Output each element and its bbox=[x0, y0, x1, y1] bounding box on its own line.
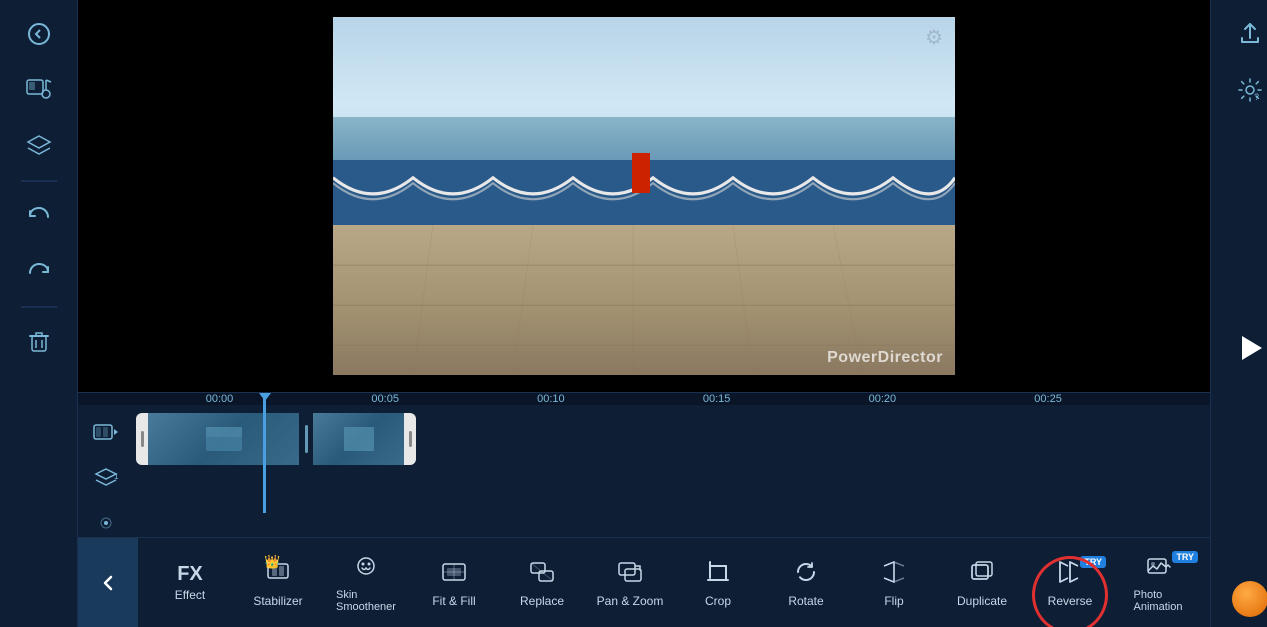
watermark: PowerDirector bbox=[827, 349, 943, 367]
duplicate-label: Duplicate bbox=[957, 594, 1007, 608]
settings-button[interactable]: ? bbox=[1226, 66, 1267, 114]
fit-fill-icon bbox=[440, 558, 468, 590]
track-handle-left[interactable] bbox=[136, 413, 148, 465]
fx-label: Effect bbox=[175, 588, 205, 602]
sidebar-divider-1 bbox=[21, 180, 57, 182]
crop-icon bbox=[704, 558, 732, 590]
toolbar-item-photo-animation[interactable]: TRY PhotoAnimation bbox=[1114, 547, 1202, 619]
export-button[interactable] bbox=[1226, 10, 1267, 58]
ruler-mark-5: 00:25 bbox=[1034, 393, 1200, 405]
ruler-mark-4: 00:20 bbox=[869, 393, 1035, 405]
toolbar-item-flip[interactable]: Flip bbox=[850, 552, 938, 614]
try-badge-photo-animation: TRY bbox=[1172, 551, 1198, 563]
rotate-icon bbox=[792, 558, 820, 590]
video-preview: PowerDirector ⚙ bbox=[78, 0, 1210, 392]
toolbar-items: FX Effect 👑 Stabilizer bbox=[138, 538, 1210, 627]
fx-icon: FX bbox=[177, 564, 203, 584]
video-person bbox=[632, 153, 650, 193]
ruler-mark-2: 00:10 bbox=[537, 393, 703, 405]
skin-smoothener-label: SkinSmoothener bbox=[336, 589, 396, 613]
bottom-toolbar: FX Effect 👑 Stabilizer bbox=[78, 537, 1210, 627]
replace-icon bbox=[528, 558, 556, 590]
redo-button[interactable] bbox=[15, 248, 63, 296]
playhead[interactable] bbox=[263, 393, 266, 513]
crown-badge-stabilizer: 👑 bbox=[264, 554, 280, 570]
right-bottom bbox=[1232, 581, 1267, 617]
main-content: PowerDirector ⚙ 00:00 00:05 00:10 00:15 … bbox=[78, 0, 1210, 627]
crop-label: Crop bbox=[705, 594, 731, 608]
media-music-button[interactable] bbox=[15, 66, 63, 114]
try-badge-reverse: TRY bbox=[1080, 556, 1106, 568]
replace-label: Replace bbox=[520, 594, 564, 608]
ruler-mark-1: 00:05 bbox=[371, 393, 537, 405]
sidebar-divider-2 bbox=[21, 306, 57, 308]
pan-zoom-icon bbox=[616, 558, 644, 590]
track-content bbox=[136, 413, 1200, 465]
svg-text:?: ? bbox=[1254, 92, 1259, 102]
toolbar-item-skin-smoothener[interactable]: SkinSmoothener bbox=[322, 547, 410, 619]
video-track[interactable] bbox=[136, 413, 416, 465]
track-icons: 1 bbox=[88, 417, 128, 541]
toolbar-item-rotate[interactable]: Rotate bbox=[762, 552, 850, 614]
fit-fill-label: Fit & Fill bbox=[432, 594, 475, 608]
ruler-marks: 00:00 00:05 00:10 00:15 00:20 00:25 bbox=[206, 393, 1200, 405]
settings-icon-preview: ⚙ bbox=[925, 25, 943, 50]
track-thumbnail-2 bbox=[313, 413, 404, 465]
back-button[interactable] bbox=[15, 10, 63, 58]
duplicate-icon bbox=[968, 558, 996, 590]
toolbar-item-replace[interactable]: Replace bbox=[498, 552, 586, 614]
timeline-ruler: 00:00 00:05 00:10 00:15 00:20 00:25 bbox=[78, 393, 1210, 405]
skin-smoothener-icon bbox=[352, 553, 380, 585]
layers-button[interactable] bbox=[15, 122, 63, 170]
ruler-mark-0: 00:00 bbox=[206, 393, 372, 405]
layers-track-icon[interactable]: 1 bbox=[88, 461, 124, 497]
reverse-label: Reverse bbox=[1048, 594, 1093, 608]
right-top-icons: ? bbox=[1226, 10, 1267, 114]
rotate-label: Rotate bbox=[788, 594, 823, 608]
delete-button[interactable] bbox=[15, 318, 63, 366]
track-handle-right[interactable] bbox=[404, 413, 416, 465]
audio-track-icon[interactable] bbox=[88, 505, 124, 541]
timeline-tracks: 1 bbox=[78, 405, 1210, 541]
pan-zoom-label: Pan & Zoom bbox=[597, 594, 664, 608]
toolbar-item-pan-zoom[interactable]: Pan & Zoom bbox=[586, 552, 674, 614]
photo-animation-label: PhotoAnimation bbox=[1134, 589, 1183, 613]
flip-label: Flip bbox=[884, 594, 903, 608]
photo-animation-icon bbox=[1144, 553, 1172, 585]
play-button[interactable] bbox=[1224, 322, 1267, 374]
toolbar-item-crop[interactable]: Crop bbox=[674, 552, 762, 614]
stabilizer-label: Stabilizer bbox=[253, 594, 302, 608]
record-button[interactable] bbox=[1232, 581, 1267, 617]
toolbar-back-button[interactable] bbox=[78, 538, 138, 627]
undo-button[interactable] bbox=[15, 192, 63, 240]
timeline-area: 00:00 00:05 00:10 00:15 00:20 00:25 bbox=[78, 392, 1210, 537]
video-track-icon[interactable] bbox=[88, 417, 124, 453]
toolbar-item-duplicate[interactable]: Duplicate bbox=[938, 552, 1026, 614]
svg-text:1: 1 bbox=[114, 472, 119, 481]
flip-icon bbox=[880, 558, 908, 590]
video-frame: PowerDirector ⚙ bbox=[333, 17, 955, 375]
left-sidebar bbox=[0, 0, 78, 627]
track-thumbnail-1 bbox=[148, 413, 299, 465]
toolbar-item-fit-fill[interactable]: Fit & Fill bbox=[410, 552, 498, 614]
toolbar-item-stabilizer[interactable]: 👑 Stabilizer bbox=[234, 552, 322, 614]
toolbar-item-fx[interactable]: FX Effect bbox=[146, 558, 234, 608]
ruler-mark-3: 00:15 bbox=[703, 393, 869, 405]
right-sidebar: ? bbox=[1210, 0, 1267, 627]
toolbar-item-reverse[interactable]: TRY Reverse bbox=[1026, 552, 1114, 614]
